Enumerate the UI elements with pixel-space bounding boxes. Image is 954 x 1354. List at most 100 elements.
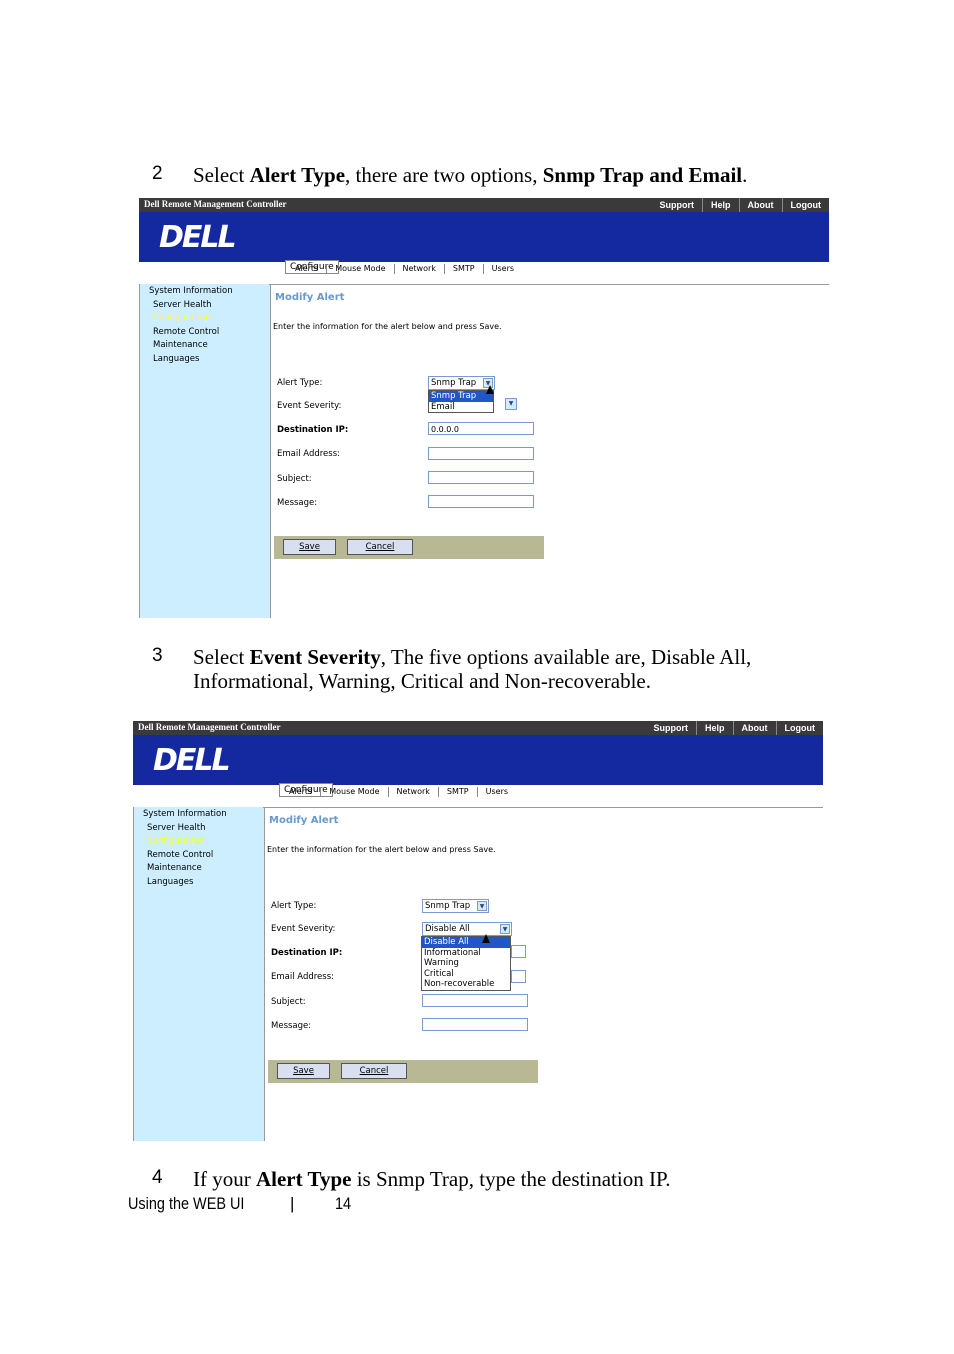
footer-section-label: Using the WEB UI [128,1194,245,1213]
option-informational[interactable]: Informational [422,948,510,959]
support-link[interactable]: Support [651,198,702,212]
sidebar-item-remote-control[interactable]: Remote Control [134,849,264,863]
message-label: Message: [271,1021,312,1031]
destination-ip-label: Destination IP: [271,948,343,958]
page-title: Modify Alert [275,292,345,303]
help-link[interactable]: Help [701,198,739,212]
logout-link[interactable]: Logout [775,721,824,735]
about-link[interactable]: About [738,198,782,212]
subnav: Alerts Mouse Mode Network SMTP Users [287,264,522,274]
page-number: 14 [335,1194,352,1213]
subnav: Alerts Mouse Mode Network SMTP Users [281,787,516,797]
step-text: Select Event Severity, The five options … [193,645,752,693]
mouse-cursor-icon [482,934,490,943]
email-address-label: Email Address: [277,449,340,459]
option-snmp-trap[interactable]: Snmp Trap [429,391,493,402]
option-non-recoverable[interactable]: Non-recoverable [422,979,510,990]
sidebar-item-remote-control[interactable]: Remote Control [140,326,270,340]
sidebar-item-languages[interactable]: Languages [134,876,264,890]
option-warning[interactable]: Warning [422,958,510,969]
chevron-down-icon[interactable]: ▼ [500,924,510,934]
main-panel: Modify Alert Enter the information for t… [269,284,829,619]
app-title: Dell Remote Management Controller [138,722,281,732]
message-input[interactable] [428,495,534,508]
top-bar: Dell Remote Management Controller Suppor… [139,198,829,212]
sidebar-item-maintenance[interactable]: Maintenance [134,862,264,876]
event-severity-label: Event Severity: [271,924,336,934]
option-email[interactable]: Email [429,402,493,413]
alert-type-value: Snmp Trap [431,378,477,388]
chevron-down-icon[interactable]: ▼ [505,398,517,410]
support-link[interactable]: Support [645,721,696,735]
sidebar-item-configuration[interactable]: Configuration [140,312,270,326]
subnav-users[interactable]: Users [476,787,516,797]
destination-ip-label: Destination IP: [277,425,349,435]
subject-input[interactable] [428,471,534,484]
sidebar-item-maintenance[interactable]: Maintenance [140,339,270,353]
cancel-button[interactable]: Cancel [347,539,413,555]
option-disable-all[interactable]: Disable All [422,937,510,948]
event-severity-label: Event Severity: [277,401,342,411]
save-button[interactable]: Save [277,1063,330,1079]
logout-link[interactable]: Logout [781,198,830,212]
sidebar-item-configuration[interactable]: Configuration [134,835,264,849]
alert-type-label: Alert Type: [277,378,323,388]
subnav-mouse-mode[interactable]: Mouse Mode [326,264,393,274]
footer-separator: | [290,1194,295,1213]
app-title: Dell Remote Management Controller [144,199,287,209]
event-severity-value: Disable All [425,924,470,934]
step-text: If your Alert Type is Snmp Trap, type th… [193,1167,671,1191]
sidebar-item-system-information[interactable]: System Information [134,807,264,822]
subject-label: Subject: [277,474,312,484]
sidebar: System Information Server Health Configu… [133,807,265,1141]
save-button[interactable]: Save [283,539,336,555]
option-critical[interactable]: Critical [422,969,510,980]
cancel-button[interactable]: Cancel [341,1063,407,1079]
dell-logo: DELL [159,220,237,255]
sidebar: System Information Server Health Configu… [139,284,271,618]
sidebar-item-system-information[interactable]: System Information [140,284,270,299]
dell-logo: DELL [153,743,231,778]
top-bar: Dell Remote Management Controller Suppor… [133,721,823,735]
alert-type-value: Snmp Trap [425,901,471,911]
sidebar-item-languages[interactable]: Languages [140,353,270,367]
about-link[interactable]: About [732,721,776,735]
subject-input[interactable] [422,994,528,1007]
step-number: 2 [152,163,163,184]
event-severity-select[interactable]: Disable All ▼ [422,922,512,936]
destination-ip-input[interactable]: 0.0.0.0 [428,422,534,435]
chevron-down-icon[interactable]: ▼ [477,901,487,911]
help-link[interactable]: Help [695,721,733,735]
subnav-alerts[interactable]: Alerts [281,787,320,797]
step-number: 3 [152,645,163,666]
step-text: Select Alert Type, there are two options… [193,163,748,187]
intro-text: Enter the information for the alert belo… [267,845,496,854]
step-number: 4 [152,1167,163,1188]
banner: DELL Configure [139,212,829,274]
alert-type-label: Alert Type: [271,901,317,911]
alert-type-select[interactable]: Snmp Trap ▼ [428,376,495,390]
subnav-users[interactable]: Users [482,264,522,274]
main-panel: Modify Alert Enter the information for t… [263,807,823,1142]
button-bar: Save Cancel [268,1060,538,1083]
subnav-alerts[interactable]: Alerts [287,264,326,274]
subnav-network[interactable]: Network [387,787,438,797]
sidebar-item-server-health[interactable]: Server Health [134,822,264,836]
email-address-label: Email Address: [271,972,334,982]
alert-type-dropdown: Snmp Trap Email [428,390,494,413]
screenshot-alert-type: Dell Remote Management Controller Suppor… [139,198,829,618]
email-address-input[interactable] [511,970,526,983]
email-address-input[interactable] [428,447,534,460]
subnav-smtp[interactable]: SMTP [443,264,483,274]
message-label: Message: [277,498,318,508]
mouse-cursor-icon [486,385,494,394]
alert-type-select[interactable]: Snmp Trap ▼ [422,899,489,913]
destination-ip-input[interactable] [511,945,526,958]
sidebar-item-server-health[interactable]: Server Health [140,299,270,313]
subnav-network[interactable]: Network [393,264,444,274]
subnav-smtp[interactable]: SMTP [437,787,477,797]
banner: DELL Configure [133,735,823,797]
event-severity-dropdown: Disable All Informational Warning Critic… [421,936,511,991]
message-input[interactable] [422,1018,528,1031]
subnav-mouse-mode[interactable]: Mouse Mode [320,787,387,797]
